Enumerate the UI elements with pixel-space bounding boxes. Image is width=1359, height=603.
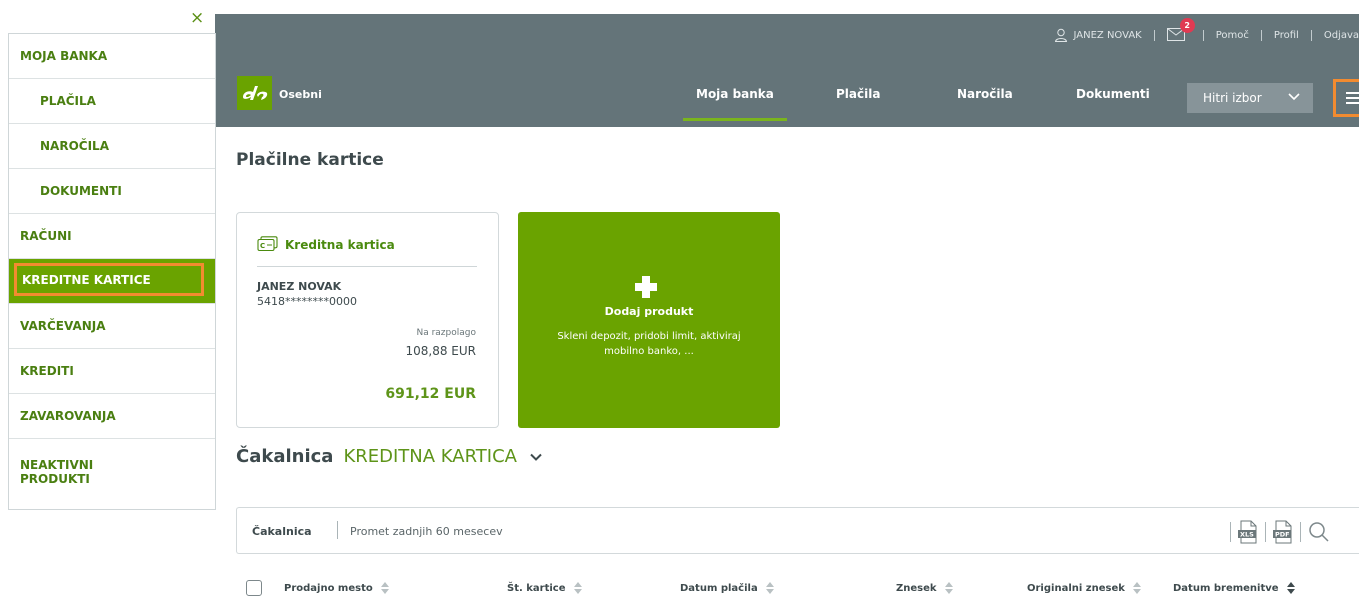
credit-card-icon: C [257, 236, 278, 252]
pdf-export-icon[interactable]: PDF [1272, 520, 1294, 544]
select-all-checkbox[interactable] [246, 580, 262, 596]
divider [1310, 29, 1312, 41]
tab-narocila[interactable]: Naročila [957, 87, 1013, 101]
svg-text:C: C [260, 242, 265, 250]
plus-icon [631, 272, 661, 302]
svg-text:PDF: PDF [1275, 531, 1290, 539]
sort-icon [944, 582, 953, 594]
menu-item-varcevanja[interactable]: VARČEVANJA [9, 304, 215, 349]
tab-dokumenti[interactable]: Dokumenti [1076, 87, 1150, 101]
card-header: C Kreditna kartica [257, 236, 477, 267]
queue-tab[interactable]: Čakalnica [252, 525, 312, 538]
column-label: Originalni znesek [1027, 582, 1125, 594]
add-product-tile[interactable]: Dodaj produkt Skleni depozit, pridobi li… [518, 212, 780, 428]
transactions-toolbar: Čakalnica Promet zadnjih 60 mesecev XLS … [236, 507, 1359, 554]
tab-placila[interactable]: Plačila [836, 87, 880, 101]
user-menu[interactable]: JANEZ NOVAK [1054, 28, 1142, 42]
credit-card-tile[interactable]: C Kreditna kartica JANEZ NOVAK 5418*****… [236, 212, 499, 428]
table-header: Prodajno mesto Št. kartice Datum plačila… [236, 580, 1359, 600]
search-icon[interactable] [1307, 520, 1331, 544]
add-product-text: Skleni depozit, pridobi limit, aktiviraj… [557, 331, 741, 357]
column-header-originalni-znesek[interactable]: Originalni znesek [1027, 582, 1141, 594]
divider [1230, 522, 1231, 542]
menu-item-narocila[interactable]: NAROČILA [9, 124, 215, 169]
logout-link[interactable]: Odjava [1324, 30, 1359, 41]
message-count-badge: 2 [1179, 18, 1195, 33]
menu-item-placila[interactable]: PLAČILA [9, 79, 215, 124]
close-menu-icon[interactable]: × [190, 10, 204, 27]
menu-item-neaktivni-produkti[interactable]: NEAKTIVNI PRODUKTI [9, 439, 129, 504]
page-title: Plačilne kartice [236, 150, 384, 170]
card-type-label: Kreditna kartica [285, 238, 395, 252]
quick-select-dropdown[interactable]: Hitri izbor [1187, 83, 1313, 113]
menu-item-kreditne-kartice[interactable]: KREDITNE KARTICE [9, 259, 215, 304]
messages-button[interactable]: 2 [1166, 18, 1195, 42]
top-utility-bar: JANEZ NOVAK 2 Pomoč Profil Odjava [215, 14, 1359, 63]
menu-item-krediti[interactable]: KREDITI [9, 349, 215, 394]
divider [1265, 522, 1266, 542]
side-menu: MOJA BANKA PLAČILA NAROČILA DOKUMENTI RA… [8, 33, 216, 510]
divider [1153, 29, 1155, 41]
menu-item-racuni[interactable]: RAČUNI [9, 214, 215, 259]
menu-item-moja-banka[interactable]: MOJA BANKA [9, 34, 215, 79]
profile-link[interactable]: Profil [1274, 30, 1299, 41]
menu-item-zavarovanja[interactable]: ZAVAROVANJA [9, 394, 215, 439]
column-label: Datum bremenitve [1173, 582, 1279, 594]
logo-icon [242, 86, 267, 100]
divider [337, 521, 338, 539]
bank-logo[interactable] [237, 76, 272, 110]
sort-icon [1132, 582, 1141, 594]
quick-select-label: Hitri izbor [1203, 91, 1262, 105]
sort-icon [1286, 582, 1295, 594]
menu-item-dokumenti[interactable]: DOKUMENTI [9, 169, 215, 214]
column-header-prodajno-mesto[interactable]: Prodajno mesto [284, 582, 389, 594]
queue-filter: KREDITNA KARTICA [343, 446, 517, 467]
card-holder: JANEZ NOVAK [257, 280, 342, 293]
sort-icon [380, 582, 389, 594]
hamburger-line [1346, 102, 1359, 104]
user-name: JANEZ NOVAK [1073, 29, 1142, 41]
column-label: Datum plačila [680, 582, 758, 594]
queue-title: Čakalnica [236, 446, 334, 467]
sort-icon [765, 582, 774, 594]
column-label: Št. kartice [507, 582, 566, 594]
period-label: Promet zadnjih 60 mesecev [350, 525, 503, 538]
main-navbar: Osebni Moja banka Plačila Naročila Dokum… [215, 63, 1359, 127]
export-tools: XLS PDF [1224, 520, 1331, 544]
available-label: Na razpolago [416, 328, 476, 338]
brand-label: Osebni [279, 88, 322, 101]
add-product-title: Dodaj produkt [604, 305, 694, 318]
divider [1300, 522, 1301, 542]
card-balance: 691,12 EUR [385, 386, 476, 402]
available-amount: 108,88 EUR [405, 344, 476, 358]
divider [1260, 29, 1262, 41]
tab-moja-banka[interactable]: Moja banka [683, 87, 787, 121]
column-header-datum-bremenitve[interactable]: Datum bremenitve [1173, 582, 1295, 594]
hamburger-line [1346, 97, 1359, 99]
chevron-down-icon [530, 453, 542, 461]
column-header-datum-placila[interactable]: Datum plačila [680, 582, 774, 594]
utility-links: JANEZ NOVAK 2 Pomoč Profil Odjava [1054, 18, 1359, 42]
sort-icon [573, 582, 582, 594]
divider [1202, 29, 1204, 41]
help-link[interactable]: Pomoč [1216, 30, 1249, 41]
column-label: Prodajno mesto [284, 582, 373, 594]
hamburger-menu-button[interactable] [1333, 79, 1359, 117]
chevron-down-icon [1288, 93, 1300, 101]
column-header-znesek[interactable]: Znesek [896, 582, 953, 594]
xls-export-icon[interactable]: XLS [1237, 520, 1259, 544]
hamburger-line [1346, 92, 1359, 94]
user-icon [1054, 28, 1067, 42]
card-number: 5418********0000 [257, 295, 357, 308]
menu-item-label: KREDITNE KARTICE [14, 263, 204, 296]
queue-selector[interactable]: Čakalnica KREDITNA KARTICA [236, 446, 543, 467]
column-label: Znesek [896, 582, 937, 594]
svg-text:XLS: XLS [1240, 531, 1254, 539]
column-header-st-kartice[interactable]: Št. kartice [507, 582, 582, 594]
